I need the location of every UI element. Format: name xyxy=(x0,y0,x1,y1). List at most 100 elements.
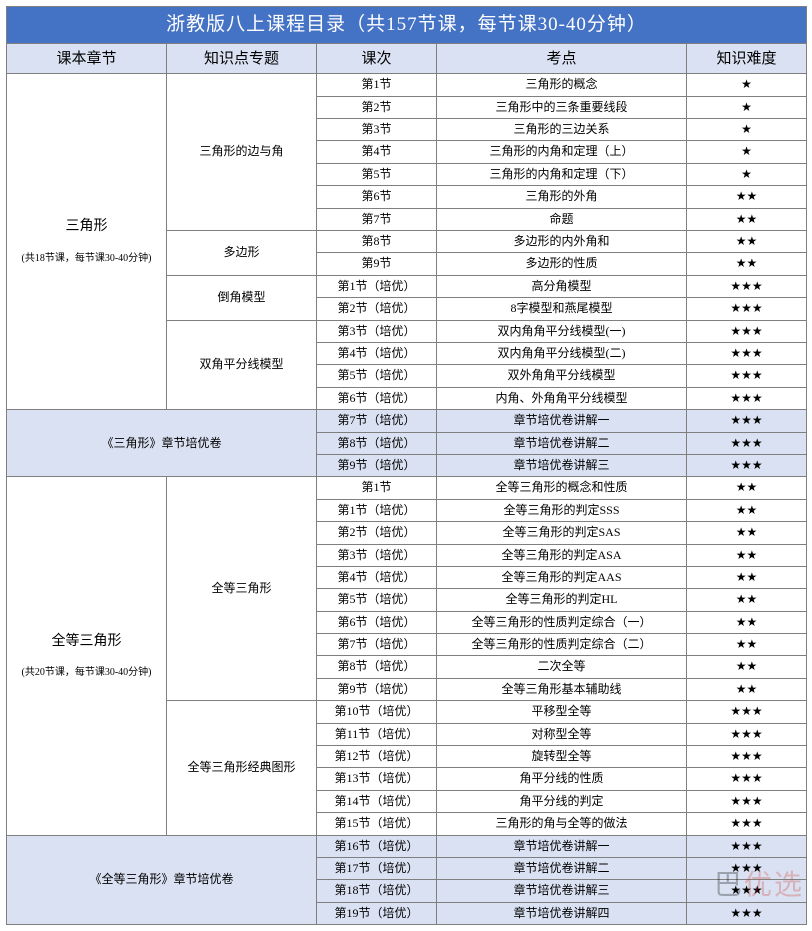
difficulty-cell: ★★★ xyxy=(687,880,807,902)
difficulty-cell: ★★ xyxy=(687,589,807,611)
point-cell: 高分角模型 xyxy=(437,275,687,297)
point-cell: 章节培优卷讲解一 xyxy=(437,835,687,857)
table-title: 浙教版八上课程目录（共157节课，每节课30-40分钟） xyxy=(7,7,807,44)
point-cell: 全等三角形的性质判定综合（二） xyxy=(437,634,687,656)
lesson-cell: 第9节 xyxy=(317,253,437,275)
point-cell: 三角形中的三条重要线段 xyxy=(437,96,687,118)
difficulty-cell: ★★★ xyxy=(687,387,807,409)
lesson-cell: 第8节（培优） xyxy=(317,432,437,454)
lesson-cell: 第13节（培优） xyxy=(317,768,437,790)
difficulty-cell: ★★ xyxy=(687,544,807,566)
point-cell: 多边形的性质 xyxy=(437,253,687,275)
point-cell: 双内角角平分线模型(一) xyxy=(437,320,687,342)
point-cell: 8字模型和燕尾模型 xyxy=(437,298,687,320)
topic-cell: 双角平分线模型 xyxy=(167,320,317,410)
lesson-cell: 第10节（培优） xyxy=(317,701,437,723)
difficulty-cell: ★ xyxy=(687,74,807,96)
lesson-cell: 第1节（培优） xyxy=(317,499,437,521)
lesson-cell: 第5节（培优） xyxy=(317,589,437,611)
topic-cell: 多边形 xyxy=(167,231,317,276)
difficulty-cell: ★★★ xyxy=(687,723,807,745)
difficulty-cell: ★★★ xyxy=(687,410,807,432)
point-cell: 内角、外角角平分线模型 xyxy=(437,387,687,409)
lesson-cell: 第3节（培优） xyxy=(317,320,437,342)
point-cell: 三角形的内角和定理（下） xyxy=(437,163,687,185)
difficulty-cell: ★★★ xyxy=(687,701,807,723)
difficulty-cell: ★ xyxy=(687,163,807,185)
col-header: 课本章节 xyxy=(7,43,167,74)
point-cell: 命题 xyxy=(437,208,687,230)
lesson-cell: 第3节 xyxy=(317,119,437,141)
point-cell: 章节培优卷讲解二 xyxy=(437,432,687,454)
point-cell: 全等三角形的性质判定综合（一） xyxy=(437,611,687,633)
difficulty-cell: ★★ xyxy=(687,253,807,275)
point-cell: 全等三角形的判定ASA xyxy=(437,544,687,566)
difficulty-cell: ★★ xyxy=(687,477,807,499)
point-cell: 角平分线的性质 xyxy=(437,768,687,790)
lesson-cell: 第2节（培优） xyxy=(317,522,437,544)
point-cell: 全等三角形基本辅助线 xyxy=(437,678,687,700)
chapter-cell: 全等三角形(共20节课，每节课30-40分钟) xyxy=(7,477,167,835)
point-cell: 三角形的概念 xyxy=(437,74,687,96)
point-cell: 章节培优卷讲解四 xyxy=(437,902,687,924)
difficulty-cell: ★★★ xyxy=(687,432,807,454)
point-cell: 全等三角形的判定SSS xyxy=(437,499,687,521)
difficulty-cell: ★ xyxy=(687,141,807,163)
point-cell: 角平分线的判定 xyxy=(437,790,687,812)
difficulty-cell: ★★ xyxy=(687,566,807,588)
point-cell: 章节培优卷讲解二 xyxy=(437,857,687,879)
chapter-cell: 三角形(共18节课，每节课30-40分钟) xyxy=(7,74,167,410)
difficulty-cell: ★★★ xyxy=(687,365,807,387)
difficulty-cell: ★★★ xyxy=(687,342,807,364)
lesson-cell: 第12节（培优） xyxy=(317,746,437,768)
topic-cell: 倒角模型 xyxy=(167,275,317,320)
lesson-cell: 第6节 xyxy=(317,186,437,208)
lesson-cell: 第11节（培优） xyxy=(317,723,437,745)
topic-cell: 三角形的边与角 xyxy=(167,74,317,231)
point-cell: 平移型全等 xyxy=(437,701,687,723)
lesson-cell: 第1节 xyxy=(317,74,437,96)
point-cell: 三角形的外角 xyxy=(437,186,687,208)
point-cell: 二次全等 xyxy=(437,656,687,678)
review-title-cell: 《三角形》章节培优卷 xyxy=(7,410,317,477)
difficulty-cell: ★ xyxy=(687,96,807,118)
lesson-cell: 第5节 xyxy=(317,163,437,185)
point-cell: 章节培优卷讲解一 xyxy=(437,410,687,432)
review-title-cell: 《全等三角形》章节培优卷 xyxy=(7,835,317,925)
lesson-cell: 第6节（培优） xyxy=(317,611,437,633)
point-cell: 全等三角形的概念和性质 xyxy=(437,477,687,499)
point-cell: 全等三角形的判定SAS xyxy=(437,522,687,544)
difficulty-cell: ★★★ xyxy=(687,902,807,924)
lesson-cell: 第9节（培优） xyxy=(317,678,437,700)
col-header: 考点 xyxy=(437,43,687,74)
lesson-cell: 第4节 xyxy=(317,141,437,163)
difficulty-cell: ★★★ xyxy=(687,275,807,297)
lesson-cell: 第4节（培优） xyxy=(317,566,437,588)
point-cell: 全等三角形的判定AAS xyxy=(437,566,687,588)
difficulty-cell: ★★★ xyxy=(687,746,807,768)
difficulty-cell: ★★★ xyxy=(687,813,807,835)
difficulty-cell: ★★★ xyxy=(687,768,807,790)
lesson-cell: 第3节（培优） xyxy=(317,544,437,566)
lesson-cell: 第9节（培优） xyxy=(317,454,437,476)
point-cell: 双内角角平分线模型(二) xyxy=(437,342,687,364)
lesson-cell: 第17节（培优） xyxy=(317,857,437,879)
difficulty-cell: ★★★ xyxy=(687,320,807,342)
col-header: 知识难度 xyxy=(687,43,807,74)
course-table: 浙教版八上课程目录（共157节课，每节课30-40分钟）课本章节知识点专题课次考… xyxy=(6,6,807,925)
point-cell: 双外角角平分线模型 xyxy=(437,365,687,387)
lesson-cell: 第7节（培优） xyxy=(317,410,437,432)
difficulty-cell: ★★★ xyxy=(687,790,807,812)
lesson-cell: 第8节 xyxy=(317,231,437,253)
difficulty-cell: ★★ xyxy=(687,522,807,544)
difficulty-cell: ★★★ xyxy=(687,454,807,476)
difficulty-cell: ★★ xyxy=(687,186,807,208)
point-cell: 三角形的三边关系 xyxy=(437,119,687,141)
point-cell: 对称型全等 xyxy=(437,723,687,745)
difficulty-cell: ★★ xyxy=(687,499,807,521)
lesson-cell: 第2节 xyxy=(317,96,437,118)
difficulty-cell: ★★★ xyxy=(687,857,807,879)
lesson-cell: 第1节 xyxy=(317,477,437,499)
lesson-cell: 第16节（培优） xyxy=(317,835,437,857)
point-cell: 多边形的内外角和 xyxy=(437,231,687,253)
